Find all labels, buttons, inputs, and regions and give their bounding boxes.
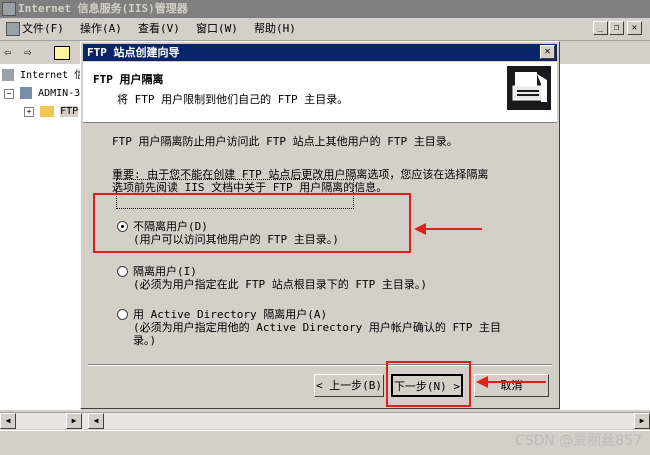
annotation-arrow-icon-2	[476, 376, 488, 388]
annotation-arrow-shaft-2	[488, 381, 546, 383]
wizard-printer-icon	[507, 66, 551, 110]
option-ad-label[interactable]: 用 Active Directory 隔离用户(A)	[133, 308, 327, 321]
dialog-title: FTP 站点创建向导	[87, 46, 180, 59]
csdn-watermark: CSDN @爱丽丝857	[514, 433, 642, 449]
tree-item-iis-root[interactable]: Internet 信	[2, 68, 84, 84]
wizard-header-subtitle: 将 FTP 用户限制到他们自己的 FTP 主目录。	[117, 93, 349, 106]
back-button[interactable]: < 上一步(B)	[314, 374, 384, 397]
tree-item-ftp-sites[interactable]: + FTP	[24, 104, 79, 120]
dialog-separator	[88, 364, 552, 366]
intro-text: FTP 用户隔离防止用户访问此 FTP 站点上其他用户的 FTP 主目录。	[112, 135, 458, 148]
menu-view[interactable]: 查看(V)	[138, 21, 180, 37]
tree-pane: Internet 信 − ADMIN-3 + FTP	[0, 64, 84, 410]
wizard-header: FTP 用户隔离 将 FTP 用户限制到他们自己的 FTP 主目录。	[83, 62, 557, 123]
option-ad-desc-cont: 录。)	[133, 334, 157, 347]
annotation-arrow-shaft-1	[426, 228, 482, 230]
main-window-title: Internet 信息服务(IIS)管理器	[18, 2, 188, 15]
option-isolate-desc: (必须为用户指定在此 FTP 站点根目录下的 FTP 主目录。)	[133, 278, 427, 291]
computer-icon	[2, 69, 14, 81]
up-folder-icon[interactable]	[54, 46, 70, 60]
option-isolate-label[interactable]: 隔离用户(I)	[133, 265, 197, 278]
mdi-close-button[interactable]: ✕	[627, 21, 642, 35]
annotation-highlight-next	[386, 361, 471, 407]
tree-label-root: Internet 信	[20, 70, 85, 81]
menu-action[interactable]: 操作(A)	[80, 21, 122, 37]
option-ad-desc: (必须为用户指定用他的 Active Directory 用户帐户确认的 FTP…	[133, 321, 501, 334]
folder-icon	[40, 105, 55, 117]
mmc-document-icon	[6, 22, 20, 36]
menu-window[interactable]: 窗口(W)	[196, 21, 238, 37]
results-pane	[560, 64, 650, 410]
back-arrow-icon[interactable]: ⇦	[4, 45, 11, 59]
horizontal-scrollbar[interactable]: ◀ ▶ ◀ ▶	[0, 412, 650, 429]
wizard-header-title: FTP 用户隔离	[93, 73, 164, 86]
tree-label-server: ADMIN-3	[38, 88, 81, 99]
main-window-title-bar[interactable]: Internet 信息服务(IIS)管理器	[0, 0, 650, 18]
expand-icon[interactable]: +	[24, 107, 34, 117]
forward-arrow-icon[interactable]: ⇨	[24, 45, 31, 59]
iis-app-icon	[2, 2, 16, 16]
radio-ad-isolation[interactable]	[117, 309, 128, 320]
scroll-right-icon[interactable]: ▶	[66, 413, 82, 429]
server-icon	[20, 87, 33, 99]
dialog-title-bar[interactable]: FTP 站点创建向导 ✕	[83, 44, 557, 61]
annotation-highlight-option	[93, 193, 411, 253]
scroll-right-icon-2[interactable]: ▶	[634, 413, 650, 429]
tree-label-ftp: FTP	[60, 106, 79, 117]
scroll-left-icon[interactable]: ◀	[0, 413, 16, 429]
radio-isolate-users[interactable]	[117, 266, 128, 277]
collapse-icon[interactable]: −	[4, 89, 14, 99]
mdi-restore-button[interactable]: ❐	[609, 21, 624, 35]
mdi-minimize-button[interactable]: _	[593, 21, 608, 35]
annotation-arrow-icon-1	[414, 223, 426, 235]
dialog-close-button[interactable]: ✕	[540, 45, 555, 59]
menu-file[interactable]: 文件(F)	[22, 21, 64, 37]
scroll-left-icon-2[interactable]: ◀	[88, 413, 104, 429]
menu-bar: 文件(F) 操作(A) 查看(V) 窗口(W) 帮助(H) _ ❐ ✕	[0, 18, 650, 41]
menu-help[interactable]: 帮助(H)	[254, 21, 296, 37]
tree-item-server[interactable]: − ADMIN-3	[4, 86, 80, 102]
